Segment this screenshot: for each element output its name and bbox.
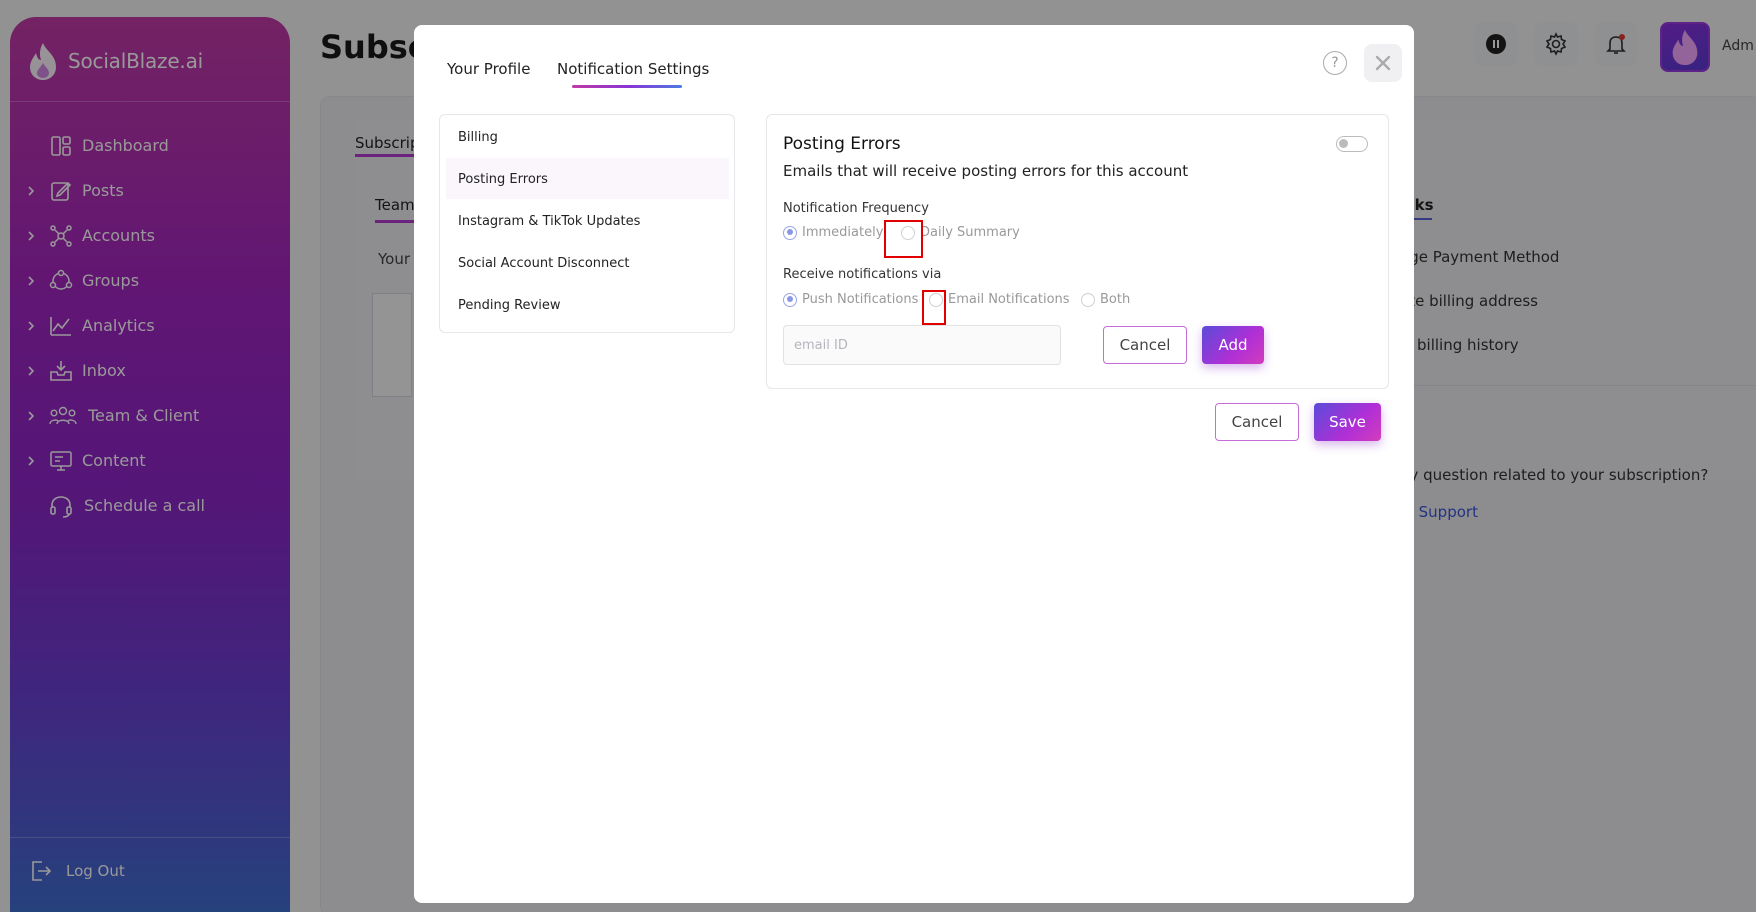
category-pending-review[interactable]: Pending Review [446,284,729,325]
active-tab-underline [572,85,682,88]
posting-errors-panel: Posting Errors Emails that will receive … [766,114,1389,389]
highlight-box-daily-summary [884,220,923,258]
category-social-account-disconnect[interactable]: Social Account Disconnect [446,242,729,283]
highlight-box-email-notifications [922,290,946,325]
close-icon [1375,55,1391,71]
section-title: Posting Errors [783,134,901,154]
radio-label: Email Notifications [948,292,1070,307]
tab-your-profile[interactable]: Your Profile [447,60,530,78]
frequency-label: Notification Frequency [783,201,929,216]
category-posting-errors[interactable]: Posting Errors [446,158,729,199]
save-button[interactable]: Save [1314,403,1381,441]
radio-email-notifications[interactable]: Email Notifications [929,292,1070,307]
radio-dot [1081,292,1095,307]
category-billing[interactable]: Billing [446,116,729,157]
radio-label: Push Notifications [802,292,919,307]
section-description: Emails that will receive posting errors … [783,162,1189,180]
radio-label: Daily Summary [920,225,1020,240]
radio-both[interactable]: Both [1081,292,1130,307]
radio-immediately[interactable]: Immediately [783,225,883,240]
cancel-button[interactable]: Cancel [1215,403,1299,441]
help-icon[interactable]: ? [1323,51,1347,75]
radio-dot [783,292,797,307]
notification-category-list: Billing Posting Errors Instagram & TikTo… [439,114,735,333]
add-email-button[interactable]: Add [1202,326,1264,364]
email-input[interactable] [783,325,1061,365]
cancel-email-button[interactable]: Cancel [1103,326,1187,364]
radio-push-notifications[interactable]: Push Notifications [783,292,918,307]
category-instagram-tiktok-updates[interactable]: Instagram & TikTok Updates [446,200,729,241]
radio-label: Immediately [802,225,884,240]
settings-modal: Your Profile Notification Settings ? Bil… [414,25,1414,903]
posting-errors-toggle[interactable] [1336,136,1368,152]
radio-label: Both [1100,292,1131,307]
radio-dot [783,225,797,240]
toggle-knob [1339,139,1348,148]
tab-notification-settings[interactable]: Notification Settings [557,60,709,78]
via-label: Receive notifications via [783,267,942,282]
close-button[interactable] [1364,44,1402,82]
